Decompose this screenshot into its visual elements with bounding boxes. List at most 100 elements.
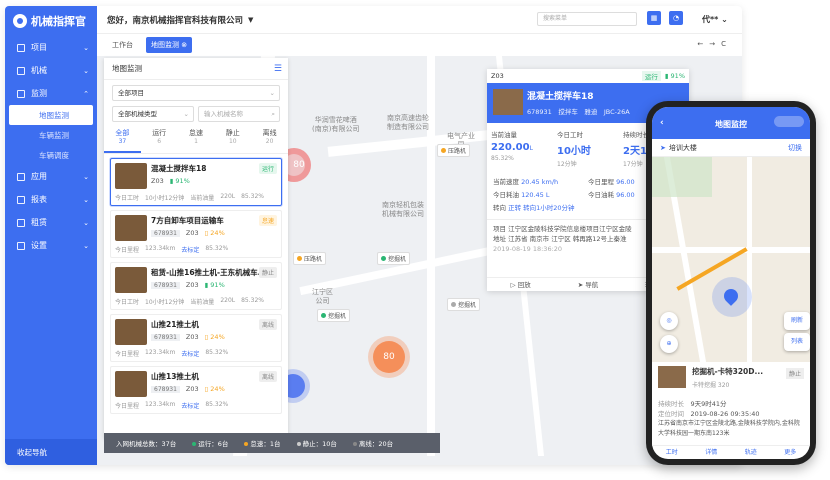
map-pin[interactable]: 挖掘机: [377, 252, 411, 265]
calibrate-link[interactable]: 去标定: [181, 401, 199, 410]
poi-label: 南京轻机包装 机械有限公司: [382, 201, 424, 218]
sidebar-item-lease[interactable]: 租赁 ⌄: [5, 211, 97, 234]
machine-type-select[interactable]: 全部机械类型 ⌄: [112, 106, 194, 122]
foot-label: 今日里程: [115, 403, 140, 410]
phone-title: 地图监控: [715, 120, 747, 129]
switch-button[interactable]: 切换: [788, 143, 802, 153]
metric-fuel: 当前油量 220.00L 85.32%: [491, 129, 553, 168]
vehicle-card[interactable]: 山推21推土机 离线 678931 Z03 ▯ 24% 今日里程 123.34km 去标…: [110, 314, 282, 362]
calibrate-link[interactable]: 去标定: [181, 349, 199, 358]
back-icon[interactable]: ‹: [660, 118, 664, 128]
vehicle-card[interactable]: 7方自卸车项目运输车 怠速 678931 Z03 ▯ 24% 今日里程 123.34k…: [110, 210, 282, 258]
map-pin[interactable]: 压路机: [293, 252, 327, 265]
tab-workbench[interactable]: 工作台: [107, 37, 138, 53]
sidebar-item-label: 机械: [31, 66, 47, 75]
vehicle-card[interactable]: 混凝土搅拌车18 运行 Z03 ▮ 91% 今日工时 10小时12分钟 当前油量 220…: [110, 158, 282, 206]
calibrate-link[interactable]: 去标定: [181, 245, 199, 254]
chevron-up-icon: ⌃: [83, 89, 89, 98]
status-badge: 静止: [258, 267, 277, 278]
menu-search-input[interactable]: 搜索菜单: [537, 12, 637, 26]
vehicle-card[interactable]: 租赁-山推16推土机-王东机械车... 静止 678931 Z03 ▮ 91% 今日…: [110, 262, 282, 310]
list-button[interactable]: 列表: [784, 333, 810, 351]
offline-dot: [352, 442, 357, 446]
plate-number: 678931: [527, 108, 552, 116]
map-cluster[interactable]: 80: [373, 341, 405, 373]
menu-icon[interactable]: ☰: [274, 64, 282, 74]
gear-icon: [17, 241, 25, 250]
tab-idle[interactable]: 怠速 1: [178, 128, 215, 153]
nav-more[interactable]: 更多: [771, 446, 811, 459]
map-pin[interactable]: 挖掘机: [317, 309, 351, 322]
bell-icon[interactable]: ◔: [669, 11, 683, 25]
map-pin[interactable]: 压路机: [437, 144, 471, 157]
sidebar-item-settings[interactable]: 设置 ⌄: [5, 234, 97, 257]
sidebar-item-report[interactable]: 报表 ⌄: [5, 188, 97, 211]
button-label: 回放: [517, 281, 531, 289]
sidebar-sub-vehicle-dispatch[interactable]: 车辆调度: [5, 145, 97, 165]
status-badge: 怠速: [258, 215, 277, 226]
battery-percent: ▮ 91%: [169, 177, 190, 185]
navigate-button[interactable]: ➤ 导航: [554, 278, 621, 291]
kv-item: 当前速度 20.45 km/h: [493, 176, 588, 189]
vehicle-card[interactable]: 山推13推土机 离线 678931 Z03 ▯ 24% 今日里程 123.34km 去标…: [110, 366, 282, 414]
sidebar-sub-map-monitor[interactable]: 地图监测: [9, 105, 93, 125]
phone-screen: ‹ 地图监控 ➤ 培训大楼 切换 ◎ ⊕ 刷新 列表 挖掘机-卡特320D... 静止…: [652, 107, 810, 459]
nav-hours[interactable]: 工时: [652, 446, 692, 459]
tab-offline[interactable]: 离线 20: [251, 128, 288, 153]
user-menu[interactable]: 代** ⌄: [702, 14, 728, 25]
foot-value: 220L: [220, 193, 236, 200]
tab-running[interactable]: 运行 6: [141, 128, 178, 153]
vehicle-thumbnail: [115, 163, 147, 189]
phone-map[interactable]: ◎ ⊕ 刷新 列表: [652, 157, 810, 362]
capsule-menu[interactable]: [774, 116, 804, 127]
tab-map-monitor[interactable]: 地图监测 ⊗: [146, 37, 193, 53]
phone-vehicle-card[interactable]: 挖掘机-卡特320D... 静止 卡特挖掘 320 持续时长 9天9时41分 定…: [652, 362, 810, 446]
project-select[interactable]: 全部项目 ⌄: [112, 85, 280, 101]
detail-title: 混凝土搅拌车18: [527, 92, 594, 102]
monitor-icon: [17, 89, 25, 98]
collapse-nav-button[interactable]: 收起导航: [5, 439, 97, 465]
tab-stopped[interactable]: 静止 10: [214, 128, 251, 153]
locate-icon[interactable]: ◎: [660, 312, 678, 330]
tab-count: 6: [157, 138, 162, 145]
sidebar-item-machine[interactable]: 机械 ⌄: [5, 59, 97, 82]
grid-icon[interactable]: ▦: [647, 11, 661, 25]
offline-count: 离线：20台: [352, 438, 393, 448]
sidebar-item-apps[interactable]: 应用 ⌄: [5, 165, 97, 188]
brand-logo[interactable]: 机械指挥官: [5, 6, 97, 36]
foot-percent: 85.32%: [241, 297, 264, 304]
target-icon[interactable]: ⊕: [660, 335, 678, 353]
sidebar-sub-vehicle-monitor[interactable]: 车辆监测: [5, 125, 97, 145]
foot-label: 今日里程: [115, 351, 140, 358]
vehicle-code: Z03: [185, 333, 199, 341]
sidebar-item-label: 报表: [31, 195, 47, 204]
metric-hours: 今日工时 10小时 12分钟: [557, 129, 619, 168]
battery-percent: ▯ 24%: [204, 385, 225, 393]
tab-all[interactable]: 全部 37: [104, 128, 141, 153]
select-value: 全部机械类型: [118, 110, 157, 118]
company-greeting[interactable]: 您好，南京机械指挥官科技有限公司: [107, 14, 243, 26]
map-pin[interactable]: 挖掘机: [447, 298, 481, 311]
vehicle-name: 山推13推土机: [151, 372, 199, 381]
sidebar-item-monitor[interactable]: 监测 ⌃: [5, 82, 97, 105]
foot-label: 今日工时: [115, 195, 140, 202]
sidebar-item-project[interactable]: 项目 ⌄: [5, 36, 97, 59]
playback-button[interactable]: ▷ 回放: [487, 278, 554, 291]
chevron-down-icon: ⌄: [83, 241, 89, 250]
machine-name-search[interactable]: 输入机械名称 ⌕: [198, 106, 280, 122]
refresh-button[interactable]: 刷新: [784, 312, 810, 330]
sidebar-item-label: 监测: [31, 89, 47, 98]
info-label: 持续时长: [658, 400, 684, 408]
vehicle-thumbnail: [115, 215, 147, 241]
pct-value: 91%: [175, 177, 190, 185]
metric-value: 220.00: [491, 142, 530, 153]
idle-dot: [244, 442, 249, 446]
nav-track[interactable]: 轨迹: [731, 446, 771, 459]
chevron-down-icon[interactable]: ▼: [248, 16, 253, 24]
kv-label: 今日油耗: [588, 191, 614, 199]
nav-details[interactable]: 详情: [692, 446, 732, 459]
pct-value: 91%: [670, 72, 685, 80]
metric-label: 今日工时: [557, 131, 583, 139]
search-icon: ⌕: [271, 110, 275, 118]
tab-nav-controls[interactable]: ←→C: [697, 40, 732, 48]
